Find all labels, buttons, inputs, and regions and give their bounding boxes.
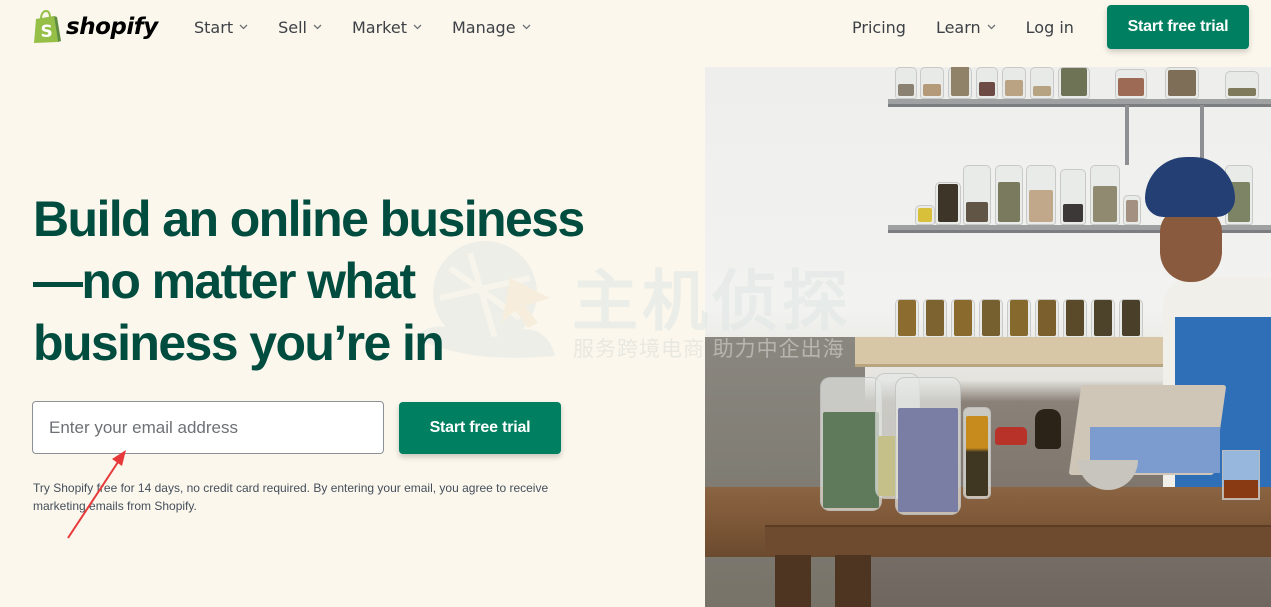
nav-pricing-label: Pricing [852,17,906,37]
image-jar [979,299,1003,339]
image-jar [976,67,998,99]
image-jar [1119,299,1143,339]
image-jar [1030,67,1054,99]
logo-wordmark: shopify [66,14,158,40]
nav-pricing[interactable]: Pricing [852,16,906,38]
hero-headline-line-2: —no matter what [33,253,416,309]
trial-disclaimer: Try Shopify free for 14 days, no credit … [33,481,549,513]
image-jar [1123,195,1141,225]
nav-start-label: Start [194,17,234,37]
image-jar [1115,69,1147,99]
image-beaker [1222,450,1260,500]
shopify-bag-icon: S [34,10,61,43]
chevron-down-icon [522,24,531,30]
image-jar [963,165,991,225]
image-jar-red [995,427,1027,445]
image-bowl [1078,460,1138,490]
image-shelf-bracket [1125,105,1129,165]
hero-headline-line-3: business you’re in [33,315,445,371]
nav-sell-label: Sell [278,17,307,37]
image-table-edge [765,525,1271,555]
chevron-down-icon [413,24,422,30]
image-jar [915,205,935,225]
image-jar [1165,67,1199,99]
image-jar [995,165,1023,225]
image-jar-honey [963,407,991,499]
image-jar [948,67,972,99]
nav-learn-label: Learn [935,17,981,37]
image-jar-herbs [820,377,882,511]
image-jar [935,182,961,225]
hero-headline-line-1: Build an online business [33,191,585,247]
image-bottle [1035,409,1061,449]
image-jar [1058,67,1090,99]
nav-login[interactable]: Log in [1026,16,1074,38]
image-jar [1090,165,1120,225]
image-shelf [888,99,1271,107]
nav-sell[interactable]: Sell [278,16,322,38]
hero-image [705,67,1271,607]
nav-manage-label: Manage [451,17,516,37]
nav-market[interactable]: Market [352,16,422,38]
image-jar [1007,299,1031,339]
nav-manage[interactable]: Manage [452,16,531,38]
image-table-leg [835,555,871,607]
image-jar [1060,169,1086,225]
image-person-face [1160,207,1222,282]
nav-market-label: Market [351,17,407,37]
image-jar [920,67,944,99]
image-jar [951,299,975,339]
chevron-down-icon [313,24,322,30]
header-start-free-trial-button[interactable]: Start free trial [1107,5,1249,49]
image-jar [1026,165,1056,225]
primary-nav: Start Sell Market Manage [194,16,531,38]
top-navigation: S shopify Start Sell Market Manage Prici… [0,0,1271,56]
image-jar [1091,299,1115,339]
hero-headline: Build an online business —no matter what… [33,188,593,374]
chevron-down-icon [987,24,996,30]
image-jar [895,67,917,99]
image-jar [1225,71,1259,99]
image-jar [923,299,947,339]
email-input[interactable] [32,401,384,454]
nav-start[interactable]: Start [194,16,248,38]
shopify-logo[interactable]: S shopify [32,9,158,45]
secondary-nav: Pricing Learn Log in [852,16,1074,38]
image-jar [1002,67,1026,99]
nav-login-label: Log in [1025,17,1074,37]
nav-learn[interactable]: Learn [936,16,996,38]
image-jar [1063,299,1087,339]
svg-text:S: S [41,22,53,42]
image-jar [895,299,919,339]
image-jar-lavender [895,377,961,515]
image-jar [1035,299,1059,339]
chevron-down-icon [239,24,248,30]
image-person-headscarf [1145,157,1235,217]
image-table-leg [775,555,811,607]
hero-start-free-trial-button[interactable]: Start free trial [399,402,561,454]
